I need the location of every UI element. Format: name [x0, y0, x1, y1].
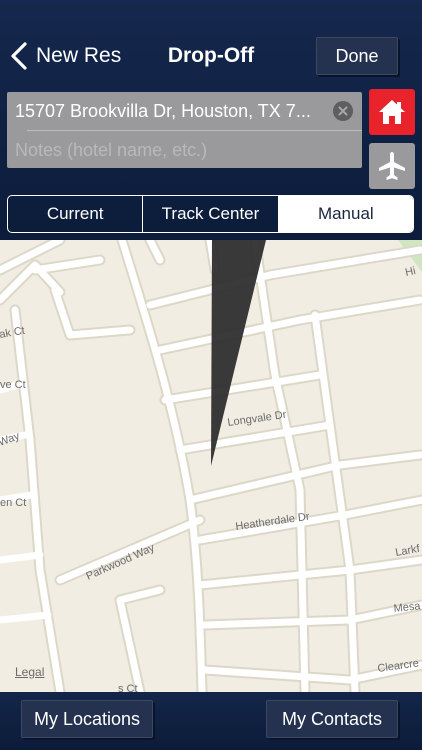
- location-fields: [7, 92, 362, 168]
- done-button[interactable]: Done: [316, 37, 398, 75]
- segment-track-center[interactable]: Track Center: [143, 196, 279, 232]
- airport-button[interactable]: [369, 143, 415, 189]
- street-map: Longvale Dr Heatherdale Dr Parkwood Way …: [0, 240, 422, 692]
- back-button[interactable]: New Res: [8, 38, 121, 74]
- map-view[interactable]: Longvale Dr Heatherdale Dr Parkwood Way …: [0, 240, 422, 692]
- address-input[interactable]: [7, 92, 337, 130]
- street-label-en-ct: en Ct: [0, 497, 26, 509]
- clear-icon[interactable]: [333, 101, 353, 121]
- field-divider: [27, 130, 362, 131]
- bottom-toolbar: My Locations My Contacts: [0, 692, 422, 750]
- drop-off-screen: New Res Drop-Off Done Current Track Cent…: [0, 0, 422, 750]
- my-locations-button[interactable]: My Locations: [21, 700, 153, 738]
- home-icon: [379, 100, 405, 124]
- notes-input[interactable]: [7, 132, 362, 168]
- location-mode-selector: Current Track Center Manual: [7, 195, 414, 233]
- segment-current[interactable]: Current: [8, 196, 144, 232]
- header-area: New Res Drop-Off Done Current Track Cent…: [0, 0, 422, 240]
- airplane-icon: [379, 152, 405, 180]
- street-label-hi: Hi: [404, 265, 417, 279]
- street-label-longvale: Longvale Dr: [227, 409, 288, 429]
- back-button-label: New Res: [36, 44, 122, 67]
- legal-link[interactable]: Legal: [15, 665, 44, 679]
- street-label-ve-ct: ve Ct: [0, 379, 26, 391]
- navigation-bar: New Res Drop-Off Done: [0, 32, 422, 80]
- home-button[interactable]: [369, 89, 415, 135]
- street-label-mesa: Mesa: [393, 600, 422, 615]
- chevron-left-icon: [11, 42, 27, 70]
- street-label-s-ct: s Ct: [118, 683, 138, 692]
- my-contacts-button[interactable]: My Contacts: [266, 700, 398, 738]
- segment-manual[interactable]: Manual: [278, 196, 413, 232]
